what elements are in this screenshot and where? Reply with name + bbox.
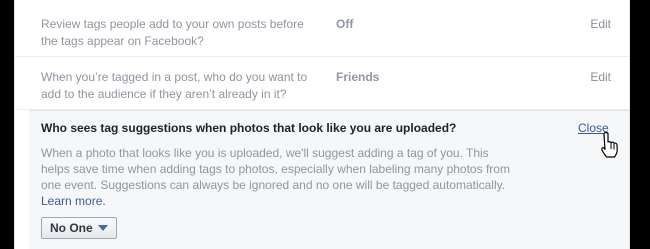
row-question: Review tags people add to your own posts… bbox=[41, 17, 304, 48]
row-value: Off bbox=[336, 17, 354, 31]
dropdown-value: No One bbox=[50, 221, 93, 235]
settings-row-review-tags: Review tags people add to your own posts… bbox=[15, 0, 629, 57]
learn-more-link[interactable]: Learn more. bbox=[41, 194, 106, 208]
privacy-settings-panel: Review tags people add to your own posts… bbox=[14, 0, 630, 249]
settings-row-tag-audience: When you’re tagged in a post, who do you… bbox=[15, 57, 629, 110]
edit-link[interactable]: Edit bbox=[590, 69, 611, 86]
expanded-setting-tag-suggestions: Who sees tag suggestions when photos tha… bbox=[29, 110, 629, 249]
description-text: When a photo that looks like you is uplo… bbox=[41, 146, 510, 192]
caret-down-icon bbox=[97, 225, 108, 231]
setting-description: When a photo that looks like you is uplo… bbox=[41, 145, 511, 209]
hand-pointer-icon bbox=[601, 131, 618, 158]
edit-link[interactable]: Edit bbox=[590, 16, 611, 33]
audience-dropdown[interactable]: No One bbox=[41, 217, 117, 239]
row-value: Friends bbox=[336, 70, 380, 84]
setting-title: Who sees tag suggestions when photos tha… bbox=[41, 121, 457, 135]
row-question: When you’re tagged in a post, who do you… bbox=[41, 70, 308, 101]
